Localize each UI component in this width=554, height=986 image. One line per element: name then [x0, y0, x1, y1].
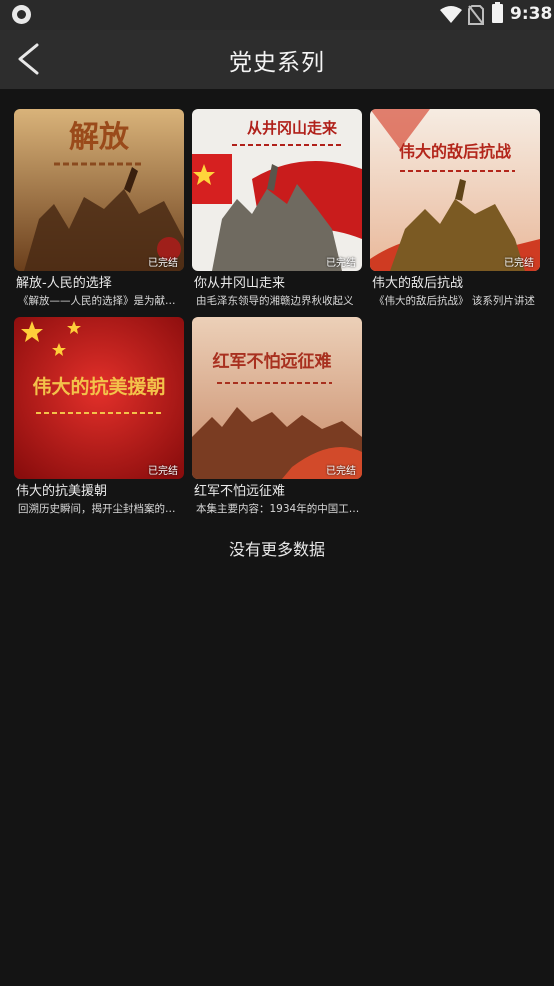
battery-icon: [492, 2, 503, 23]
poster-title: 从井冈山走来: [247, 119, 338, 137]
series-card[interactable]: 伟大的抗美援朝 已完结 伟大的抗美援朝 回溯历史瞬间，揭开尘封档案的秘密: [14, 317, 184, 517]
poster-title: 红军不怕远征难: [213, 351, 332, 372]
app-notification-icon: [12, 5, 31, 24]
series-title: 解放-人民的选择: [16, 276, 112, 291]
series-thumbnail: 解放 已完结: [14, 109, 184, 271]
no-more-data-label: 没有更多数据: [228, 540, 325, 559]
series-description: 由毛泽东领导的湘赣边界秋收起义: [196, 295, 354, 307]
series-title: 伟大的抗美援朝: [16, 484, 108, 499]
series-card[interactable]: 红军不怕远征难 已完结 红军不怕远征难 本集主要内容：1934年的中国工农红军: [192, 317, 362, 517]
no-sim-icon: [468, 5, 484, 29]
series-card[interactable]: 伟大的敌后抗战 已完结 伟大的敌后抗战 《伟大的敌后抗战》 该系列片讲述: [370, 109, 540, 309]
status-bar: 9:38: [0, 0, 554, 30]
series-description: 回溯历史瞬间，揭开尘封档案的秘密: [18, 503, 184, 515]
series-title: 伟大的敌后抗战: [372, 276, 464, 291]
app-header: 党史系列: [0, 30, 554, 89]
status-badge: 已完结: [504, 258, 534, 269]
wifi-icon: [440, 6, 462, 28]
poster-title: 伟大的抗美援朝: [32, 375, 165, 398]
status-badge: 已完结: [326, 258, 356, 269]
series-thumbnail: 从井冈山走来 已完结: [192, 109, 362, 271]
series-title: 红军不怕远征难: [194, 484, 286, 499]
series-description: 《解放——人民的选择》是为献礼中华人民共和国成立: [18, 295, 184, 307]
series-thumbnail: 伟大的抗美援朝 已完结: [14, 317, 184, 479]
poster-title: 伟大的敌后抗战: [399, 142, 511, 161]
series-thumbnail: 红军不怕远征难 已完结: [192, 317, 362, 479]
series-thumbnail: 伟大的敌后抗战 已完结: [370, 109, 540, 271]
status-clock: 9:38: [510, 4, 553, 24]
series-description: 本集主要内容：1934年的中国工农红军: [196, 503, 362, 515]
status-badge: 已完结: [148, 258, 178, 269]
status-badge: 已完结: [148, 466, 178, 477]
series-description: 《伟大的敌后抗战》 该系列片讲述: [374, 295, 535, 307]
series-card[interactable]: 解放 已完结 解放-人民的选择 《解放——人民的选择》是为献礼中华人民共和国成立: [14, 109, 184, 309]
status-badge: 已完结: [326, 466, 356, 477]
poster-title: 解放: [69, 120, 130, 155]
series-title: 你从井冈山走来: [194, 276, 286, 291]
series-card[interactable]: 从井冈山走来 已完结 你从井冈山走来 由毛泽东领导的湘赣边界秋收起义: [192, 109, 362, 309]
page-title: 党史系列: [229, 50, 325, 76]
